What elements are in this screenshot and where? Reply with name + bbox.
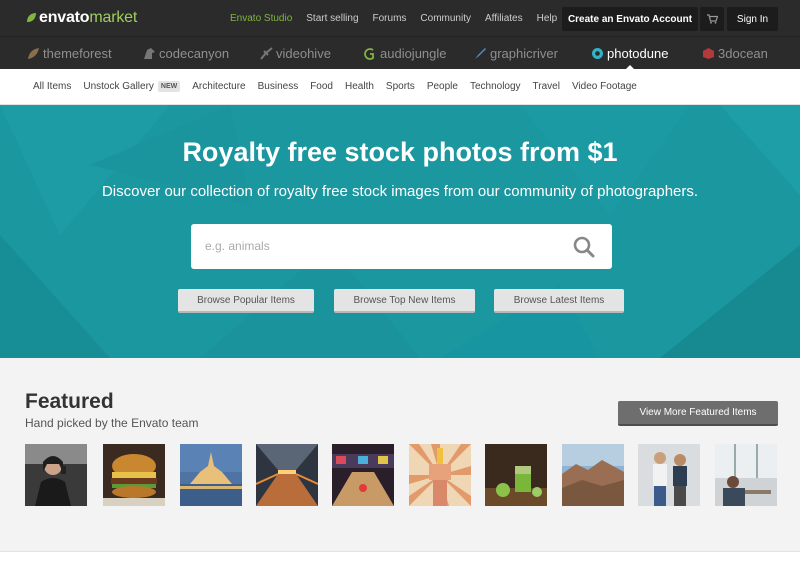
featured-thumb-green-smoothie[interactable] [485, 444, 547, 506]
bee-icon [260, 46, 273, 60]
create-account-button[interactable]: Create an Envato Account [562, 7, 698, 31]
featured-title: Featured [25, 390, 114, 413]
cube-icon [703, 47, 714, 59]
site-label: codecanyon [159, 45, 230, 61]
link-forums[interactable]: Forums [373, 13, 407, 24]
site-label: graphicriver [490, 45, 558, 61]
envato-leaf-icon [27, 13, 36, 22]
link-community[interactable]: Community [420, 13, 471, 24]
site-3docean[interactable]: 3docean [702, 37, 768, 69]
site-codecanyon[interactable]: codecanyon [143, 37, 229, 69]
category-technology[interactable]: Technology [470, 81, 521, 92]
category-label: Unstock Gallery [83, 81, 154, 92]
featured-section: Featured Hand picked by the Envato team … [0, 358, 800, 551]
page-footer-edge [0, 551, 800, 561]
sign-in-button[interactable]: Sign In [727, 7, 778, 31]
camera-icon [592, 47, 603, 59]
wave-icon [364, 47, 374, 60]
featured-thumb-fist-with-pencil[interactable] [409, 444, 471, 506]
top-bar: envato market Envato Studio Start sellin… [0, 0, 800, 36]
bird-icon [144, 47, 155, 59]
site-label: 3docean [718, 45, 768, 61]
site-label: videohive [276, 45, 331, 61]
link-envato-studio[interactable]: Envato Studio [230, 13, 292, 24]
featured-subtitle: Hand picked by the Envato team [25, 416, 199, 430]
search-box [191, 224, 612, 269]
featured-thumb-mont-saint-michel[interactable] [180, 444, 242, 506]
logo-market: market [89, 9, 138, 26]
category-food[interactable]: Food [310, 81, 333, 92]
featured-thumb-desert-landscape[interactable] [562, 444, 624, 506]
category-all-items[interactable]: All Items [33, 81, 71, 92]
category-people[interactable]: People [427, 81, 458, 92]
link-start-selling[interactable]: Start selling [306, 13, 358, 24]
category-travel[interactable]: Travel [533, 81, 560, 92]
leaf-icon [28, 47, 39, 59]
featured-thumb-burger[interactable] [103, 444, 165, 506]
logo-brand: envato [39, 9, 90, 26]
category-unstock-gallery[interactable]: Unstock Gallery NEW [83, 81, 181, 92]
browse-popular-button[interactable]: Browse Popular Items [178, 289, 314, 313]
site-photodune[interactable]: photodune [591, 37, 669, 70]
hero-title: Royalty free stock photos from $1 [182, 137, 618, 167]
top-links: Envato Studio Start selling Forums Commu… [230, 13, 571, 24]
site-audiojungle[interactable]: audiojungle [364, 37, 447, 69]
featured-thumb-train-station[interactable] [256, 444, 318, 506]
site-label: audiojungle [380, 45, 447, 61]
featured-thumb-two-men[interactable] [638, 444, 700, 506]
new-badge: NEW [157, 81, 181, 92]
envato-market-logo[interactable]: envato market [25, 9, 137, 27]
featured-thumb-woman-at-window[interactable] [715, 444, 777, 506]
category-health[interactable]: Health [345, 81, 374, 92]
view-more-featured-button[interactable]: View More Featured Items [618, 401, 778, 426]
category-video-footage[interactable]: Video Footage [572, 81, 637, 92]
brush-icon [475, 47, 486, 59]
cart-icon [706, 14, 718, 24]
site-label: themeforest [43, 45, 112, 61]
search-input[interactable] [205, 234, 545, 258]
site-themeforest[interactable]: themeforest [27, 37, 112, 69]
browse-top-new-button[interactable]: Browse Top New Items [334, 289, 475, 313]
category-nav: All Items Unstock Gallery NEW Architectu… [0, 69, 800, 105]
cart-button[interactable] [700, 7, 724, 31]
marketplace-sites-bar: themeforest codecanyon videohive audioju… [0, 36, 800, 70]
site-label: photodune [607, 45, 669, 61]
link-affiliates[interactable]: Affiliates [485, 13, 523, 24]
site-videohive[interactable]: videohive [260, 37, 331, 69]
browse-latest-button[interactable]: Browse Latest Items [494, 289, 624, 313]
category-business[interactable]: Business [258, 81, 299, 92]
featured-thumb-woman-on-phone[interactable] [25, 444, 87, 506]
category-architecture[interactable]: Architecture [192, 81, 245, 92]
hero-banner: Royalty free stock photos from $1 Discov… [0, 105, 800, 358]
link-help[interactable]: Help [537, 13, 558, 24]
featured-thumb-bowling-alley[interactable] [332, 444, 394, 506]
hero-subtitle: Discover our collection of royalty free … [101, 183, 699, 200]
search-icon[interactable] [572, 235, 596, 259]
category-sports[interactable]: Sports [386, 81, 415, 92]
site-graphicriver[interactable]: graphicriver [474, 37, 558, 69]
